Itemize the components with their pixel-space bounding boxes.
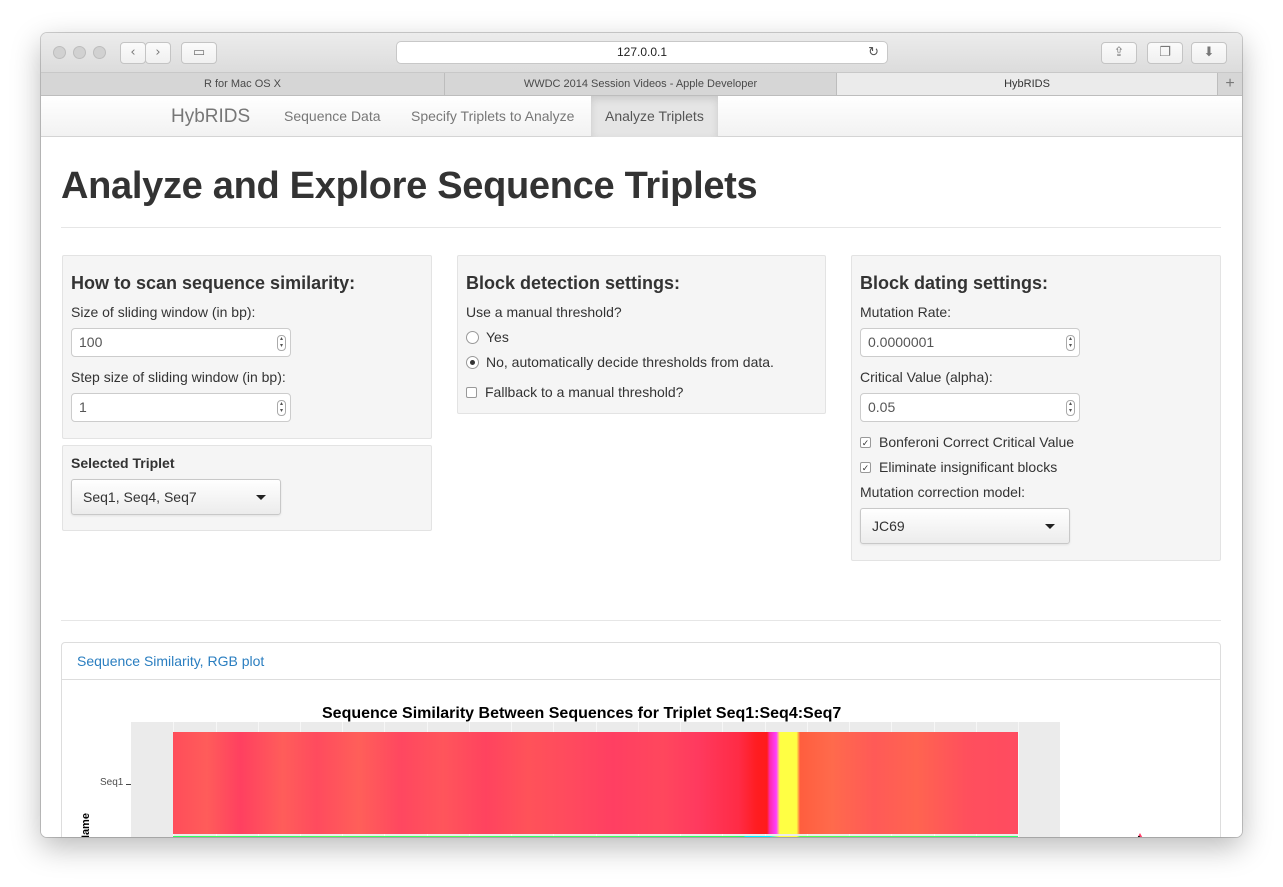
critical-value-input[interactable]: 0.05 ▴ ▾ [860,393,1080,422]
detection-settings-panel: Block detection settings: Use a manual t… [457,255,826,414]
fallback-label: Fallback to a manual threshold? [485,384,684,400]
mutation-rate-input[interactable]: 0.0000001 ▴ ▾ [860,328,1080,357]
browser-tab-wwdc[interactable]: WWDC 2014 Session Videos - Apple Develop… [445,73,837,95]
model-select-value: JC69 [872,518,905,534]
mutation-rate-label: Mutation Rate: [860,304,952,320]
selected-triplet-label: Selected Triplet [71,455,175,471]
minimize-window-button[interactable] [73,46,86,59]
step-size-value: 1 [79,399,87,415]
eliminate-checkbox[interactable]: ✓ Eliminate insignificant blocks [860,458,1057,476]
dating-settings-panel: Block dating settings: Mutation Rate: 0.… [851,255,1221,561]
chevron-down-icon [1045,524,1055,529]
tab-rgb-plot[interactable]: Sequence Similarity, RGB plot [77,653,264,669]
checkbox-checked-icon[interactable]: ✓ [860,436,871,448]
radio-selected-icon[interactable] [466,355,479,369]
stepper-icon[interactable]: ▴ ▾ [277,335,286,351]
bonferoni-checkbox[interactable]: ✓ Bonferoni Correct Critical Value [860,433,1074,451]
stepper-icon[interactable]: ▴ ▾ [1066,335,1075,351]
similarity-bar-seq1 [173,732,1018,834]
tabs-overview-icon[interactable]: ❐ [1147,42,1183,64]
detection-heading: Block detection settings: [466,273,681,293]
share-icon[interactable]: ⇪ [1101,42,1137,64]
reload-icon[interactable]: ↻ [868,42,879,63]
nav-analyze-triplets[interactable]: Analyze Triplets [591,96,718,137]
scan-heading: How to scan sequence similarity: [71,273,356,293]
close-window-button[interactable] [53,46,66,59]
step-size-label: Step size of sliding window (in bp): [71,369,286,385]
browser-toolbar: ‹ › ▭ 127.0.0.1 ↻ ⇪ ❐ ⬇ [41,33,1242,73]
radio-yes-label: Yes [486,329,509,345]
scan-settings-panel: How to scan sequence similarity: Size of… [62,255,432,439]
app-brand[interactable]: HybRIDS [171,106,250,128]
zoom-window-button[interactable] [93,46,106,59]
plot-title: Sequence Similarity Between Sequences fo… [322,705,842,722]
new-tab-icon[interactable]: + [1218,73,1242,95]
similarity-bar-seq4 [173,836,1018,837]
legend-label: A [1136,835,1142,837]
browser-tab-r-mac[interactable]: R for Mac OS X [41,73,445,95]
critical-value-label: Critical Value (alpha): [860,369,993,385]
bonferoni-label: Bonferoni Correct Critical Value [879,434,1075,450]
mutation-rate-value: 0.0000001 [868,334,935,350]
plot-panel: Sequence Similarity, RGB plot Sequence S… [61,642,1221,837]
back-icon[interactable]: ‹ [120,42,146,64]
browser-tab-hybrids[interactable]: HybRIDS [837,73,1218,95]
window-size-value: 100 [79,334,103,350]
radio-auto[interactable]: No, automatically decide thresholds from… [466,353,774,371]
browser-window: ‹ › ▭ 127.0.0.1 ↻ ⇪ ❐ ⬇ R for Mac OS X W… [41,33,1242,837]
checkbox-icon[interactable] [466,386,477,398]
radio-auto-label: No, automatically decide thresholds from… [486,354,774,370]
section-divider [61,620,1221,621]
forward-icon[interactable]: › [145,42,171,64]
triplet-select[interactable]: Seq1, Seq4, Seq7 [71,479,281,515]
y-axis-label: Name [80,813,92,837]
triplet-select-value: Seq1, Seq4, Seq7 [83,489,197,505]
app-navbar: HybRIDS Sequence Data Specify Triplets t… [41,96,1242,137]
stepper-icon[interactable]: ▴ ▾ [277,400,286,416]
radio-icon[interactable] [466,330,479,344]
manual-threshold-label: Use a manual threshold? [466,304,622,320]
eliminate-label: Eliminate insignificant blocks [879,459,1058,475]
checkbox-checked-icon[interactable]: ✓ [860,461,871,473]
panel-tab-divider [62,679,1220,680]
y-tick-mark [126,784,131,785]
fallback-checkbox[interactable]: Fallback to a manual threshold? [466,383,683,401]
page-title: Analyze and Explore Sequence Triplets [61,165,758,207]
sidebar-icon[interactable]: ▭ [181,42,217,64]
chevron-down-icon [256,495,266,500]
plot-area [131,722,1060,837]
y-tick-label: Seq1 [100,777,124,788]
address-bar[interactable]: 127.0.0.1 ↻ [396,41,888,64]
triplet-panel: Selected Triplet Seq1, Seq4, Seq7 [62,445,432,531]
radio-yes[interactable]: Yes [466,328,509,346]
nav-specify-triplets[interactable]: Specify Triplets to Analyze [397,96,588,137]
step-size-input[interactable]: 1 ▴ ▾ [71,393,291,422]
dating-heading: Block dating settings: [860,273,1049,293]
downloads-icon[interactable]: ⬇ [1191,42,1227,64]
title-divider [61,227,1221,228]
stepper-icon[interactable]: ▴ ▾ [1066,400,1075,416]
nav-sequence-data[interactable]: Sequence Data [270,96,395,137]
main-content: Analyze and Explore Sequence Triplets Ho… [41,137,1242,837]
window-size-label: Size of sliding window (in bp): [71,304,256,320]
url-text: 127.0.0.1 [616,45,668,59]
grid-line [1018,722,1019,837]
browser-tab-bar: R for Mac OS X WWDC 2014 Session Videos … [41,73,1242,96]
window-size-input[interactable]: 100 ▴ ▾ [71,328,291,357]
critical-value-value: 0.05 [868,399,896,415]
model-select[interactable]: JC69 [860,508,1070,544]
model-label: Mutation correction model: [860,484,1025,500]
